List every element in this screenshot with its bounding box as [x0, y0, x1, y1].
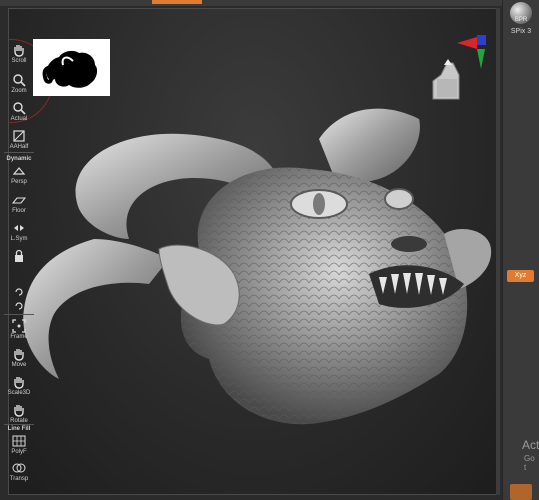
viewport-border: [496, 8, 500, 495]
gyro-y-axis: [477, 49, 485, 69]
shelf-divider: [4, 152, 34, 153]
frame-icon: [12, 319, 26, 333]
actual-button[interactable]: Actual: [4, 100, 34, 123]
scroll-label: Scroll: [11, 58, 27, 64]
xyz-button[interactable]: Xyz: [507, 270, 534, 282]
shelf-divider-2: [4, 314, 34, 315]
dynamic-label: Dynamic: [6, 156, 32, 162]
transp-button[interactable]: Transp: [4, 460, 34, 483]
zoom-icon: [13, 74, 26, 87]
lock-icon: [15, 249, 23, 262]
activate-windows-subtext: Go t: [524, 454, 535, 472]
rotate-y-icon: [15, 288, 23, 296]
polyf-label: PolyF: [11, 449, 27, 455]
frame-label: Frame: [10, 334, 28, 340]
activate-windows-text: Act: [522, 438, 539, 452]
dynamic-button[interactable]: Dynamic Persp: [4, 156, 34, 186]
scale3d-button[interactable]: Scale3D: [4, 374, 34, 397]
move-button[interactable]: Move: [4, 346, 34, 369]
lsym-icon: [14, 225, 24, 231]
rotate-button[interactable]: Rotate: [4, 402, 34, 425]
transp-label: Transp: [9, 476, 29, 482]
lsym-button[interactable]: L.Sym: [4, 220, 34, 243]
bottom-shelf-button[interactable]: [510, 484, 532, 500]
hand-icon: [14, 45, 24, 57]
top-menu-bar: [0, 0, 502, 6]
active-tab-indicator[interactable]: [152, 0, 202, 4]
transp-icon: [12, 463, 26, 473]
document-viewport[interactable]: [8, 8, 500, 495]
right-shelf: [502, 0, 539, 500]
scale3d-icon: [14, 377, 24, 389]
actual-label: Actual: [10, 116, 28, 122]
rotate-icon: [14, 405, 24, 417]
scroll-button[interactable]: Scroll: [4, 42, 34, 65]
gyro-x-axis: [457, 37, 477, 49]
navigator-thumbnail[interactable]: [33, 39, 110, 96]
move-icon: [14, 349, 24, 361]
actual-icon: [13, 102, 26, 115]
spix-slider[interactable]: SPix 3: [506, 28, 536, 35]
gyro-z-axis: [477, 35, 486, 45]
gyro-widget[interactable]: [427, 33, 493, 105]
silhouette-icon: [42, 50, 98, 88]
floor-button[interactable]: Floor: [4, 192, 34, 215]
aahalf-button[interactable]: AAHalf: [4, 128, 34, 151]
bpr-label: BPR: [514, 17, 528, 23]
lock-button[interactable]: [4, 248, 34, 264]
polyf-button[interactable]: Line Fill PolyF: [4, 426, 34, 456]
move-label: Move: [11, 362, 27, 368]
floor-icon: [12, 197, 26, 204]
persp-icon: [12, 167, 26, 175]
spix-value: 3: [527, 28, 532, 35]
floor-label: Floor: [12, 208, 26, 214]
zoom-button[interactable]: Zoom: [4, 72, 34, 95]
linefill-label: Line Fill: [7, 426, 31, 432]
frame-button[interactable]: Frame: [4, 318, 34, 341]
polyf-icon: [12, 435, 26, 447]
demon-head-model[interactable]: [19, 99, 499, 439]
rotate-z-icon: [15, 302, 23, 310]
aahalf-icon: [13, 130, 25, 142]
zoom-label: Zoom: [11, 88, 27, 94]
spix-label: SPix: [510, 28, 526, 35]
aahalf-label: AAHalf: [9, 144, 29, 150]
persp-label: Persp: [11, 179, 27, 185]
scale3d-label: Scale3D: [7, 390, 31, 396]
shelf-divider-3: [4, 424, 34, 425]
lsym-label: L.Sym: [10, 236, 28, 242]
rotate-z-button[interactable]: [4, 298, 34, 314]
